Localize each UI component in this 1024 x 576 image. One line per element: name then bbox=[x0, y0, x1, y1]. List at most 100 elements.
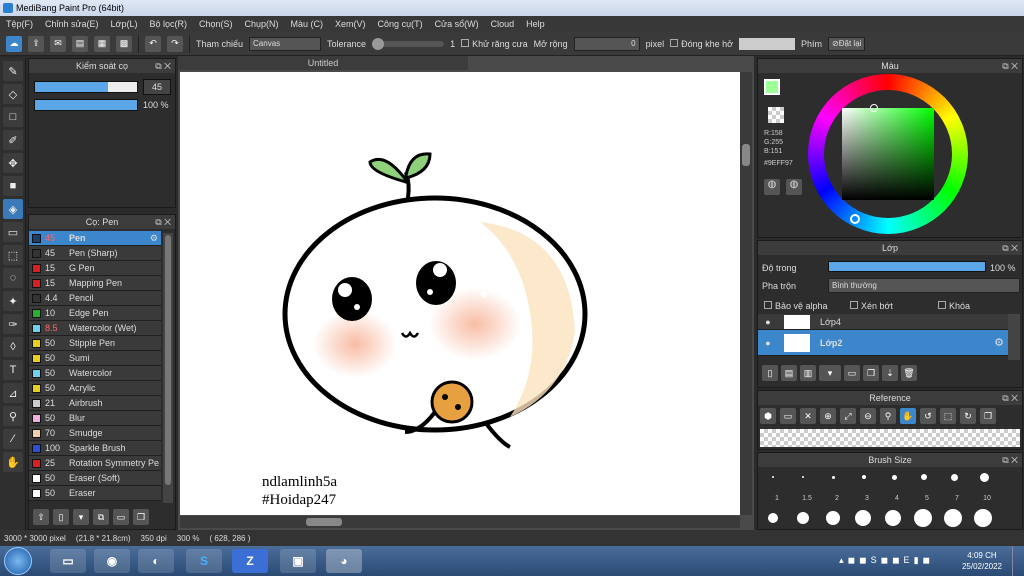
brush-size-dot[interactable] bbox=[832, 476, 835, 479]
redo-icon[interactable]: ↷ bbox=[167, 35, 183, 52]
lock-check[interactable] bbox=[938, 301, 946, 309]
menu-file[interactable]: Tệp(F) bbox=[6, 19, 33, 29]
explorer-icon[interactable]: ▭ bbox=[50, 549, 86, 573]
scrollbar-thumb[interactable] bbox=[165, 235, 171, 485]
brush-item[interactable]: 21 Airbrush bbox=[29, 396, 161, 411]
new-halftone-layer-icon[interactable]: ▤ bbox=[781, 365, 797, 381]
system-tray-icons[interactable]: ▴◼◼S◼◼E▮◼ bbox=[839, 555, 934, 566]
brush-item[interactable]: 70 Smudge bbox=[29, 426, 161, 441]
menu-help[interactable]: Help bbox=[526, 19, 545, 29]
brush-size-dot[interactable] bbox=[772, 476, 774, 478]
folder-icon[interactable]: ▭ bbox=[780, 408, 796, 424]
menu-filter[interactable]: Bộ lọc(R) bbox=[149, 19, 187, 29]
fill-rect-tool-icon[interactable]: ■ bbox=[3, 176, 23, 196]
document-tab[interactable]: Untitled bbox=[178, 56, 468, 70]
close-gap-check[interactable] bbox=[670, 38, 679, 47]
shape-tool-icon[interactable]: □ bbox=[3, 107, 23, 127]
hand-icon[interactable]: ✋ bbox=[900, 408, 916, 424]
clipping-checkbox[interactable]: Xén bớt bbox=[850, 301, 893, 311]
zoom-out-icon[interactable]: ⊖ bbox=[860, 408, 876, 424]
zalo-icon[interactable]: Z bbox=[232, 549, 268, 573]
close-gap-checkbox[interactable]: Đóng khe hở bbox=[670, 38, 733, 49]
brush-item[interactable]: 15 Mapping Pen bbox=[29, 276, 161, 291]
hue-picker-handle[interactable] bbox=[850, 214, 860, 224]
menu-select[interactable]: Chọn(S) bbox=[199, 19, 233, 29]
rotate-left-icon[interactable]: ↺ bbox=[920, 408, 936, 424]
layer-item-selected[interactable]: ● Lớp2 ⚙ bbox=[758, 330, 1008, 356]
brush-list-scrollbar[interactable] bbox=[163, 233, 173, 503]
menu-edit[interactable]: Chỉnh sửa(E) bbox=[45, 19, 99, 29]
flip-icon[interactable]: ⬚ bbox=[940, 408, 956, 424]
coccoc-icon[interactable]: ◐ bbox=[138, 549, 174, 573]
brush-size-dot[interactable] bbox=[944, 509, 962, 527]
close-gap-field[interactable] bbox=[739, 37, 796, 50]
canvas-hscroll-thumb[interactable] bbox=[306, 518, 342, 526]
brush-item[interactable]: 8.5 Watercolor (Wet) bbox=[29, 321, 161, 336]
bucket-tool-icon[interactable]: ◈ bbox=[3, 199, 23, 219]
brush-item[interactable]: 50 Sumi bbox=[29, 351, 161, 366]
grid-icon[interactable]: ▩ bbox=[116, 35, 132, 52]
merge-layer-icon[interactable]: ⇣ bbox=[882, 365, 898, 381]
menu-layer[interactable]: Lớp(L) bbox=[111, 19, 138, 29]
start-button-icon[interactable] bbox=[4, 547, 32, 575]
add-brush-icon[interactable]: ⇧ bbox=[33, 509, 49, 525]
hue-ring[interactable] bbox=[808, 74, 968, 234]
duplicate-layer-icon[interactable]: ❐ bbox=[863, 365, 879, 381]
photos-icon[interactable]: ▣ bbox=[280, 549, 316, 573]
undo-icon[interactable]: ↶ bbox=[145, 35, 161, 52]
brush-size-value[interactable]: 45 bbox=[143, 79, 171, 95]
reset-button[interactable]: ⊘ Đặt lại bbox=[828, 36, 866, 51]
canvas-vscroll-thumb[interactable] bbox=[742, 144, 750, 166]
folder-icon[interactable]: ▭ bbox=[113, 509, 129, 525]
layer-menu-icon[interactable]: ▾ bbox=[819, 365, 841, 381]
layer-opacity-bar[interactable] bbox=[828, 261, 986, 272]
lasso-icon[interactable]: ◌ bbox=[3, 268, 23, 288]
page-icon[interactable]: ▤ bbox=[72, 35, 88, 52]
brush-size-dot[interactable] bbox=[855, 510, 871, 526]
eye-icon[interactable]: ● bbox=[758, 317, 778, 327]
brush-size-dot[interactable] bbox=[826, 511, 840, 525]
current-color-swatch[interactable] bbox=[764, 79, 780, 95]
open-reference-icon[interactable]: ⬢ bbox=[760, 408, 776, 424]
canvas-hscroll[interactable] bbox=[180, 516, 740, 528]
eyedropper-icon[interactable]: ⚲ bbox=[3, 406, 23, 426]
antialias-check[interactable] bbox=[461, 38, 470, 47]
share-icon[interactable]: ⇪ bbox=[28, 35, 44, 52]
hand-tool-icon[interactable]: ✋ bbox=[3, 452, 23, 472]
layer-folder-icon[interactable]: ▭ bbox=[844, 365, 860, 381]
copy-icon[interactable]: ❐ bbox=[980, 408, 996, 424]
menu-window[interactable]: Cửa sổ(W) bbox=[435, 19, 479, 29]
brush-item[interactable]: 10 Edge Pen bbox=[29, 306, 161, 321]
brush-tool-icon[interactable]: ✎ bbox=[3, 61, 23, 81]
copy-brush-icon[interactable]: ⧉ bbox=[93, 509, 109, 525]
close-icon[interactable]: ✕ bbox=[800, 408, 816, 424]
select-pen-icon[interactable]: ✑ bbox=[3, 314, 23, 334]
menu-cloud[interactable]: Cloud bbox=[491, 19, 515, 29]
expand-input[interactable]: 0 bbox=[573, 36, 640, 51]
brush-item[interactable]: 50 Blur bbox=[29, 411, 161, 426]
reference-select[interactable]: Canvas bbox=[249, 36, 322, 51]
panel-close-icon[interactable]: ⧉ ✕ bbox=[155, 59, 171, 73]
brush-size-bar[interactable] bbox=[34, 81, 138, 93]
select-rect-icon[interactable]: ⬚ bbox=[3, 245, 23, 265]
tolerance-slider-handle[interactable] bbox=[372, 37, 385, 50]
saturation-value-square[interactable] bbox=[842, 108, 934, 200]
transparent-color-swatch[interactable] bbox=[768, 107, 784, 123]
duplicate-icon[interactable]: ❐ bbox=[133, 509, 149, 525]
antialias-checkbox[interactable]: Khử răng cưa bbox=[461, 38, 528, 49]
fit-icon[interactable]: ⤢ bbox=[840, 408, 856, 424]
brush-size-dot[interactable] bbox=[797, 512, 809, 524]
brush-size-dot[interactable] bbox=[885, 510, 901, 526]
layer-item[interactable]: ● Lớp4 bbox=[758, 314, 1008, 330]
sv-picker-handle[interactable] bbox=[870, 104, 878, 112]
clock[interactable]: 4:09 CH 25/02/2022 bbox=[962, 550, 1002, 572]
brush-item[interactable]: 45 Pen (Sharp) bbox=[29, 246, 161, 261]
chrome-icon[interactable]: ◉ bbox=[94, 549, 130, 573]
brush-item-pen[interactable]: 45 Pen ⚙ bbox=[29, 231, 161, 246]
gear-icon[interactable]: ⚙ bbox=[994, 336, 1004, 349]
brush-item[interactable]: 100 Sparkle Brush bbox=[29, 441, 161, 456]
brush-item[interactable]: 50 Eraser bbox=[29, 486, 161, 501]
skype-icon[interactable]: S bbox=[186, 549, 222, 573]
brush-size-dot[interactable] bbox=[802, 476, 804, 478]
eyedropper-icon[interactable]: ⚲ bbox=[880, 408, 896, 424]
